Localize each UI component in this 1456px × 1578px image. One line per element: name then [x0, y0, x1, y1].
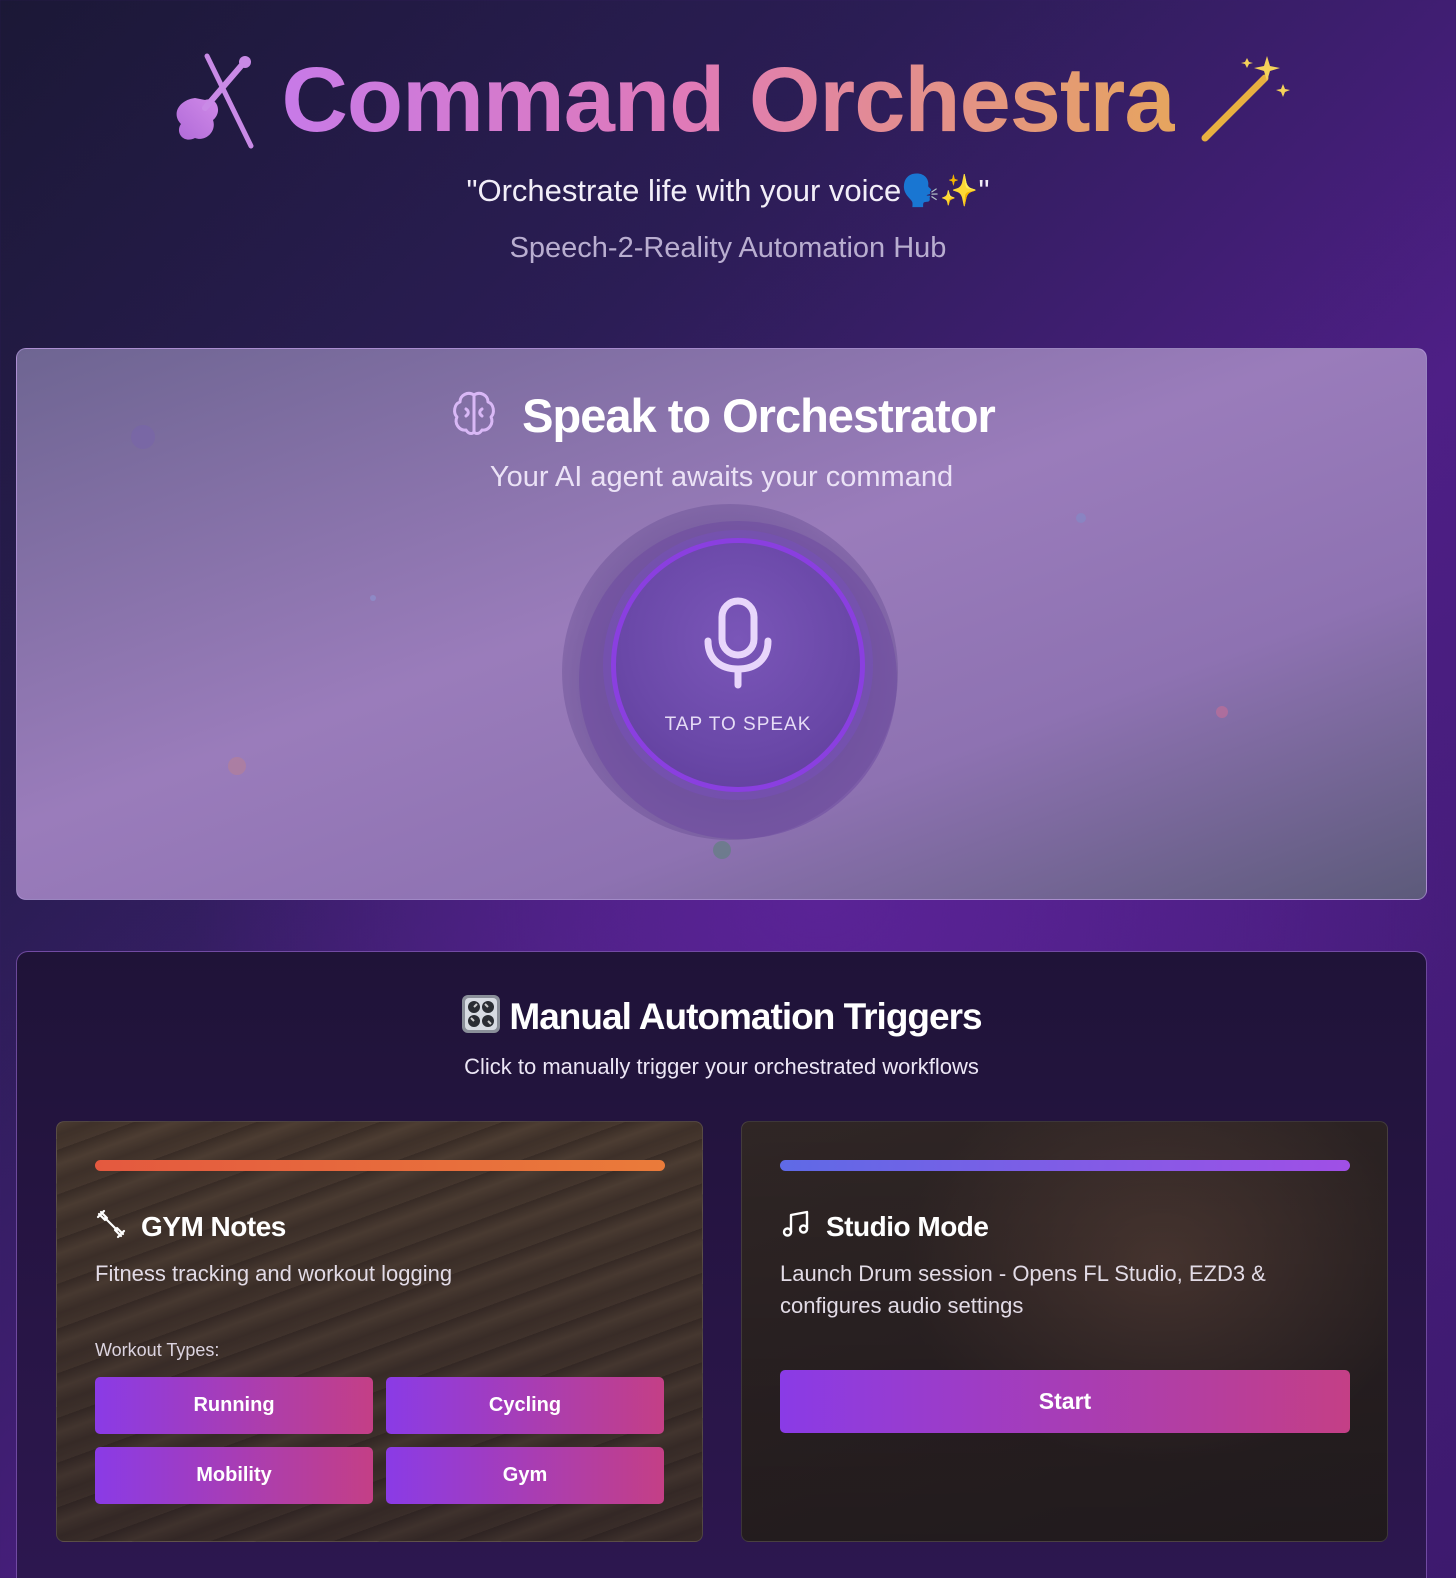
- decor-dot: [1076, 513, 1086, 523]
- gym-accent-bar: [95, 1160, 665, 1171]
- voice-header: Speak to Orchestrator: [17, 387, 1426, 444]
- workout-running-button[interactable]: Running: [95, 1377, 373, 1434]
- workout-types-label: Workout Types:: [95, 1340, 220, 1360]
- gym-card-description: Fitness tracking and workout logging: [95, 1261, 453, 1286]
- tagline: "Orchestrate life with your voice🗣️✨": [466, 173, 990, 208]
- app-title: Command Orchestra: [281, 49, 1175, 151]
- magic-wand-icon: [1193, 50, 1293, 150]
- gym-card-header: GYM Notes: [95, 1208, 286, 1245]
- workout-mobility-button[interactable]: Mobility: [95, 1447, 373, 1504]
- studio-card-title: Studio Mode: [826, 1210, 989, 1242]
- tap-to-speak-label: TAP TO SPEAK: [664, 713, 812, 735]
- violin-icon: [163, 50, 263, 150]
- decor-dot: [713, 841, 731, 859]
- workout-gym-button[interactable]: Gym: [386, 1447, 664, 1504]
- dumbbell-icon: [95, 1208, 127, 1245]
- decor-dot: [228, 757, 246, 775]
- voice-subtitle: Your AI agent awaits your command: [489, 461, 954, 493]
- studio-accent-bar: [780, 1160, 1350, 1171]
- title-row: Command Orchestra: [0, 40, 1456, 160]
- voice-panel: Speak to Orchestrator Your AI agent awai…: [16, 348, 1427, 900]
- workout-cycling-button[interactable]: Cycling: [386, 1377, 664, 1434]
- studio-card-description: Launch Drum session - Opens FL Studio, E…: [780, 1261, 1266, 1318]
- studio-mode-card: Studio Mode Launch Drum session - Opens …: [741, 1121, 1388, 1542]
- manual-title: Manual Automation Triggers: [509, 995, 982, 1037]
- decor-dot: [370, 595, 376, 601]
- tap-to-speak-button[interactable]: TAP TO SPEAK: [611, 538, 865, 792]
- gym-notes-card: GYM Notes Fitness tracking and workout l…: [56, 1121, 703, 1542]
- microphone-icon: [700, 595, 776, 696]
- app-subtitle: Speech-2-Reality Automation Hub: [509, 232, 947, 264]
- manual-triggers-panel: Manual Automation Triggers Click to manu…: [16, 951, 1427, 1578]
- manual-header: Manual Automation Triggers: [17, 994, 1426, 1039]
- studio-card-header: Studio Mode: [780, 1208, 989, 1245]
- decor-dot: [1216, 706, 1228, 718]
- music-note-icon: [780, 1208, 812, 1245]
- page-header: Command Orchestra "Orchestrate life with…: [0, 0, 1456, 300]
- voice-title: Speak to Orchestrator: [522, 389, 996, 442]
- manual-subtitle: Click to manually trigger your orchestra…: [464, 1054, 979, 1079]
- studio-start-button[interactable]: Start: [780, 1370, 1350, 1433]
- brain-icon: [448, 387, 500, 444]
- control-knobs-icon: [461, 994, 501, 1039]
- gym-card-title: GYM Notes: [141, 1210, 286, 1242]
